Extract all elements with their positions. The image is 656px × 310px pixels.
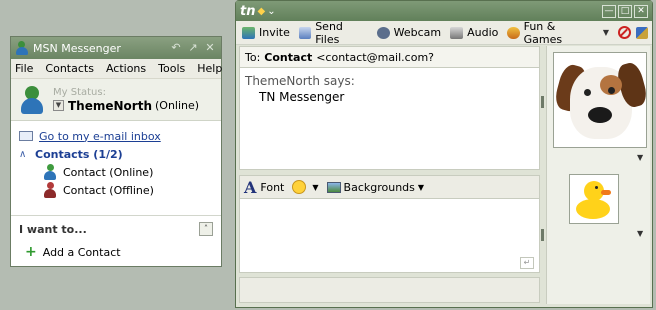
webcam-button[interactable]: Webcam	[376, 26, 442, 39]
offline-contact-icon	[43, 182, 57, 198]
invite-label: Invite	[259, 26, 290, 39]
contact-label: Contact (Online)	[63, 165, 154, 179]
format-toolbar: A Font ▼ Backgrounds ▼	[239, 175, 540, 199]
tn-logo: tn	[240, 3, 256, 19]
audio-button[interactable]: Audio	[450, 26, 498, 39]
webcam-icon	[376, 26, 390, 39]
conversation-title-bar[interactable]: tn ◆ ⌄ — □ ✕	[236, 1, 652, 21]
contact-display-picture[interactable]	[553, 52, 647, 148]
send-files-icon	[298, 26, 312, 39]
buddy-icon	[17, 84, 49, 116]
message-history[interactable]: ThemeNorth says: TN Messenger	[239, 68, 540, 170]
message-input[interactable]: ↵	[239, 199, 540, 273]
contacts-group-header[interactable]: ∧ Contacts (1/2)	[19, 145, 213, 163]
my-status-label: My Status:	[53, 86, 106, 98]
logo-diamond-icon: ◆	[257, 5, 266, 17]
msn-title-bar[interactable]: MSN Messenger ↶ ↗ ✕	[11, 37, 221, 59]
contacts-group-label: Contacts (1/2)	[35, 147, 123, 161]
pen-icon[interactable]	[636, 26, 648, 39]
status-dropdown-icon[interactable]: ▼	[53, 100, 64, 111]
contact-item-offline[interactable]: Contact (Offline)	[19, 181, 213, 199]
contact-item-online[interactable]: Contact (Online)	[19, 163, 213, 181]
online-contact-icon	[43, 164, 57, 180]
my-status-panel: My Status: ▼ ThemeNorth (Online)	[11, 79, 221, 121]
menu-actions[interactable]: Actions	[106, 62, 146, 75]
add-contact-label: Add a Contact	[42, 245, 121, 259]
backgrounds-dropdown-icon[interactable]: ▼	[418, 183, 424, 192]
maximize-icon[interactable]: ↗	[186, 41, 200, 55]
to-row: To: Contact <contact@mail.com?	[239, 46, 540, 68]
contact-list: Go to my e-mail inbox ∧ Contacts (1/2) C…	[11, 121, 221, 205]
user-status: (Online)	[155, 99, 200, 112]
message-text: TN Messenger	[259, 90, 345, 104]
send-files-button[interactable]: Send Files	[298, 19, 368, 46]
menu-help[interactable]: Help	[197, 62, 222, 75]
chevron-down-icon[interactable]: ▼	[603, 28, 609, 37]
webcam-label: Webcam	[393, 26, 442, 39]
invite-button[interactable]: Invite	[242, 26, 290, 39]
title-chevron-icon[interactable]: ⌄	[267, 6, 275, 17]
audio-icon	[450, 26, 464, 39]
collapse-icon[interactable]: ˄	[199, 222, 213, 236]
inbox-link[interactable]: Go to my e-mail inbox	[39, 130, 161, 143]
to-contact-name[interactable]: Contact	[264, 51, 312, 64]
font-icon: A	[244, 177, 257, 197]
font-button[interactable]: Font	[260, 181, 284, 194]
msn-logo-icon	[15, 41, 29, 55]
inbox-row[interactable]: Go to my e-mail inbox	[19, 127, 213, 145]
fun-games-icon	[507, 26, 520, 39]
block-icon[interactable]	[618, 26, 631, 39]
send-icon[interactable]: ↵	[520, 257, 534, 269]
minimize-icon[interactable]: —	[602, 4, 616, 18]
to-label: To:	[245, 50, 261, 64]
sender-says: ThemeNorth says:	[245, 74, 355, 88]
chevron-up-icon[interactable]: ∧	[19, 149, 31, 160]
minimize-icon[interactable]: ↶	[169, 41, 183, 55]
emoticon-dropdown-icon[interactable]: ▼	[312, 183, 318, 192]
fun-games-label: Fun & Games	[523, 19, 563, 46]
display-pictures-pane: ▼ ▼	[546, 46, 650, 304]
i-want-to-panel: I want to... ˄ + Add a Contact	[11, 215, 221, 266]
close-icon[interactable]: ✕	[203, 41, 217, 55]
msn-menu-bar: File Contacts Actions Tools Help	[11, 59, 222, 79]
maximize-icon[interactable]: □	[618, 4, 632, 18]
plus-icon: +	[25, 244, 37, 260]
i-want-to-label: I want to...	[19, 222, 87, 236]
msn-main-window: MSN Messenger ↶ ↗ ✕ File Contacts Action…	[10, 36, 222, 267]
conversation-window: tn ◆ ⌄ — □ ✕ Invite Send Files Webcam Au…	[235, 0, 653, 308]
close-icon[interactable]: ✕	[634, 4, 648, 18]
invite-icon	[242, 26, 255, 39]
chevron-down-icon[interactable]: ▼	[637, 229, 643, 238]
menu-contacts[interactable]: Contacts	[45, 62, 94, 75]
my-display-picture[interactable]	[569, 174, 619, 224]
splitter-handle[interactable]	[541, 96, 544, 108]
msn-window-title: MSN Messenger	[33, 41, 121, 55]
add-contact-button[interactable]: + Add a Contact	[19, 244, 213, 260]
conversation-pane: To: Contact <contact@mail.com? ThemeNort…	[239, 46, 540, 273]
backgrounds-icon	[326, 181, 341, 193]
fun-games-button[interactable]: Fun & Games ▼	[507, 20, 609, 46]
backgrounds-button[interactable]: Backgrounds	[344, 181, 415, 194]
emoticon-icon[interactable]	[292, 180, 307, 194]
mail-icon	[19, 131, 33, 141]
conversation-toolbar: Invite Send Files Webcam Audio Fun & Gam…	[236, 19, 652, 46]
splitter-handle[interactable]	[541, 229, 544, 241]
menu-tools[interactable]: Tools	[158, 62, 185, 75]
status-bar	[239, 277, 540, 303]
to-contact-email: <contact@mail.com?	[316, 50, 434, 64]
audio-label: Audio	[467, 26, 499, 39]
contact-label: Contact (Offline)	[63, 183, 154, 197]
menu-file[interactable]: File	[15, 62, 33, 75]
user-display-name[interactable]: ThemeNorth	[68, 99, 152, 113]
chevron-down-icon[interactable]: ▼	[637, 153, 643, 162]
send-files-label: Send Files	[315, 19, 343, 46]
